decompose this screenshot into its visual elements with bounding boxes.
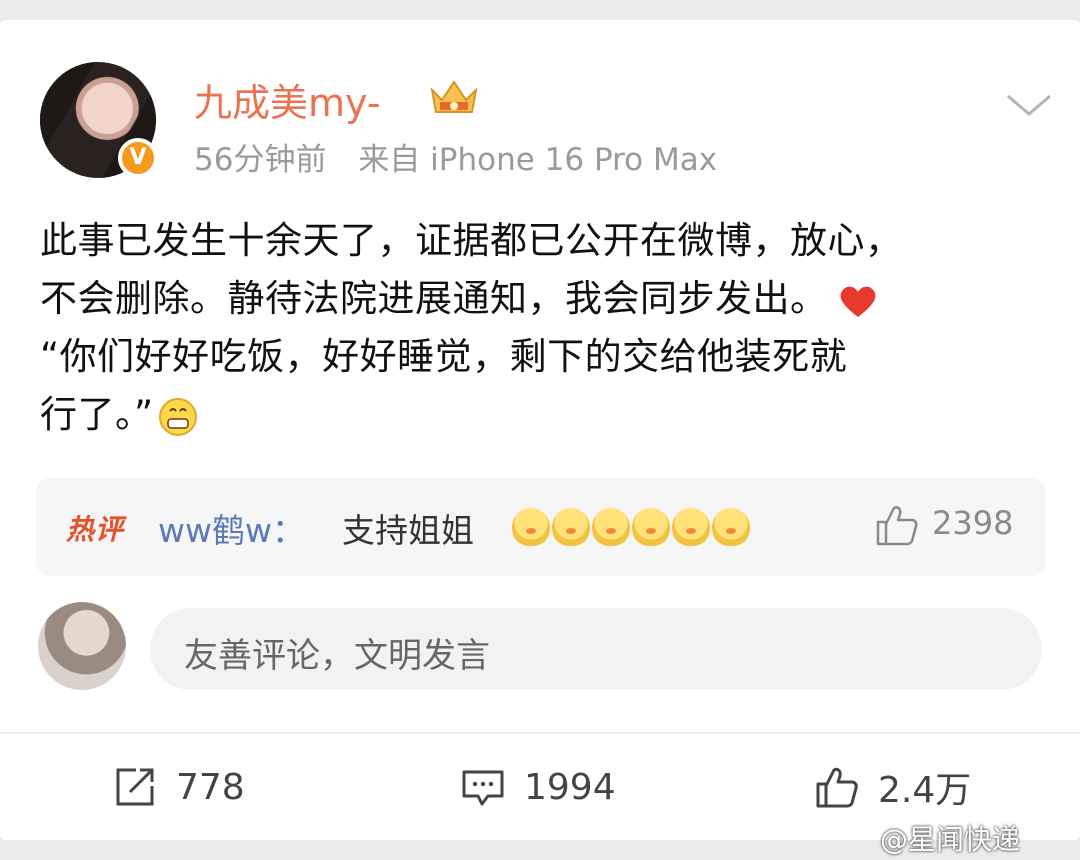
comment-button[interactable]: 1994 (460, 762, 616, 812)
like-count: 2.4万 (878, 770, 972, 811)
crown-icon (430, 80, 478, 113)
post-line-2: 不会删除。静待法院进展通知，我会同步发出。 (40, 270, 1050, 328)
weibo-post-card: V 九成美my- 56分钟前 来自 iPhone 16 Pro Max 此事已发… (0, 20, 1080, 840)
hot-comment-user[interactable]: ww鹤w： (158, 504, 305, 552)
chick-emoji-icon (592, 508, 630, 546)
chick-emoji-icon (632, 508, 670, 546)
comment-placeholder: 友善评论，文明发言 (184, 636, 490, 676)
post-content: 此事已发生十余天了，证据都已公开在微博，放心， 不会删除。静待法院进展通知，我会… (40, 212, 1050, 444)
username[interactable]: 九成美my- (194, 72, 381, 127)
post-line: “你们好好吃饭，好好睡觉，剩下的交给他装死就 (40, 335, 848, 378)
post-line-4: 行了。” (40, 386, 1050, 444)
hot-comment-like-count: 2398 (932, 504, 1014, 542)
post-time: 56分钟前 (194, 142, 327, 178)
comment-count: 1994 (524, 766, 616, 808)
verified-badge-icon: V (118, 138, 158, 178)
post-meta: 56分钟前 来自 iPhone 16 Pro Max (194, 134, 717, 179)
hot-comment[interactable]: 热评 ww鹤w： 支持姐姐 2398 (36, 478, 1046, 576)
chick-emoji-icon (712, 508, 750, 546)
repost-icon (116, 768, 154, 806)
like-button[interactable]: 2.4万 (814, 762, 971, 812)
thumbs-up-icon[interactable] (874, 502, 918, 548)
post-source: 来自 iPhone 16 Pro Max (358, 142, 718, 178)
comment-input[interactable]: 友善评论，文明发言 (150, 608, 1042, 690)
chick-emoji-icon (672, 508, 710, 546)
heart-emoji-icon (840, 286, 875, 317)
hot-comment-text: 支持姐姐 (342, 511, 474, 550)
thumbs-up-icon (816, 767, 858, 808)
grin-emoji-icon (158, 397, 197, 436)
chick-emoji-icon (552, 508, 590, 546)
chick-emoji-icon (512, 508, 550, 546)
post-line: 此事已发生十余天了，证据都已公开在微博，放心， (40, 219, 903, 262)
divider (0, 732, 1080, 734)
chevron-down-icon[interactable] (1004, 90, 1054, 120)
repost-count: 778 (176, 766, 245, 808)
comment-icon (462, 770, 504, 806)
current-user-avatar[interactable] (38, 602, 126, 690)
repost-button[interactable]: 778 (112, 762, 245, 812)
chick-emoji-group (512, 508, 750, 548)
watermark: @星闻快递 (880, 823, 1021, 856)
hot-comment-tag: 热评 (66, 513, 125, 546)
